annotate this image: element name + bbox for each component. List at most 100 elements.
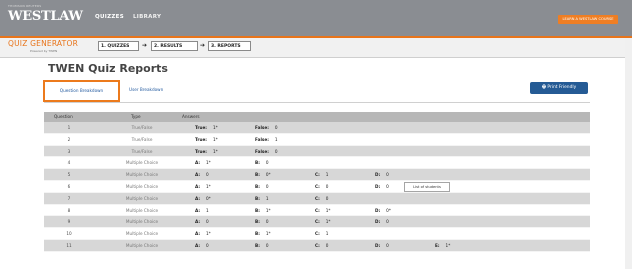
step-quizzes[interactable]: 1. QUIZZES (98, 41, 139, 51)
answer-count[interactable]: D: 0 (375, 172, 389, 177)
question-number: 10 (66, 231, 72, 237)
answer-label: C: (315, 231, 320, 237)
answer-count[interactable]: A: 0* (195, 196, 211, 201)
answer-value: 1* (206, 160, 211, 166)
question-number: 2 (67, 136, 71, 142)
brand-logo[interactable]: WESTLAW (8, 9, 83, 24)
answer-count[interactable]: A: 0 (195, 243, 209, 248)
question-type: Multiple Choice (125, 242, 159, 248)
answer-count[interactable]: False: 1 (255, 137, 278, 142)
answer-count[interactable]: A: 1* (195, 231, 211, 236)
header-question: Question (54, 114, 73, 119)
answer-count[interactable]: B: 1* (255, 231, 271, 236)
table-row: 7 Multiple Choice A: 0* B: 1 C: 0 (44, 192, 590, 205)
question-number: 3 (67, 148, 71, 154)
answer-value: 1* (212, 148, 218, 154)
answer-count[interactable]: C: 0 (315, 196, 328, 201)
question-type: True/False (131, 125, 153, 130)
answer-count[interactable]: B: 0* (255, 172, 271, 177)
answer-value: 0 (274, 148, 278, 154)
question-number: 9 (67, 219, 71, 225)
answer-count[interactable]: D: 0 (375, 243, 389, 248)
step-reports[interactable]: 3. REPORTS (208, 41, 251, 51)
answer-count[interactable]: C: 1 (315, 231, 328, 236)
answer-value: 1 (325, 231, 329, 237)
reports-table: Question Type Answers 1 True/False True: 1*… (44, 112, 590, 252)
answer-count[interactable]: True: 1* (195, 149, 218, 154)
answer-label: True: (195, 148, 207, 154)
tab-user-breakdown[interactable]: User Breakdown (129, 87, 163, 92)
answer-value: 0 (206, 172, 209, 178)
answer-value: 0 (265, 242, 269, 248)
answer-label: A: (195, 172, 200, 178)
answer-count[interactable]: C: 1* (315, 219, 331, 224)
answer-count[interactable]: B: 0 (255, 219, 269, 224)
question-type: Multiple Choice (125, 219, 159, 225)
answer-value: 0 (386, 172, 389, 178)
table-row: 11 Multiple Choice A: 0 B: 0 C: 0 D: 0 E: 1* (44, 239, 590, 252)
answer-count[interactable]: C: 1 (315, 172, 328, 177)
answer-count[interactable]: C: 0 (315, 184, 328, 189)
answer-label: A: (195, 219, 200, 225)
answer-value: 0 (325, 195, 329, 201)
answer-count[interactable]: D: 0 (375, 219, 389, 224)
question-type: Multiple Choice (125, 183, 159, 189)
answer-count[interactable]: False: 0 (255, 149, 278, 154)
answer-count[interactable]: C: 0 (315, 243, 328, 248)
answer-value: 0 (206, 219, 209, 225)
table-row: 2 True/False True: 1* False: 1 (44, 133, 590, 146)
answer-label: C: (315, 207, 320, 213)
quiz-generator-title: QUIZ GENERATOR (8, 39, 78, 48)
answer-label: B: (255, 219, 260, 225)
answer-value: 0* (265, 172, 271, 178)
nav-quizzes[interactable]: QUIZZES (95, 14, 124, 20)
student-list-tooltip[interactable]: List of students (404, 181, 450, 192)
answer-value: 0* (206, 195, 211, 201)
answer-value: 0* (386, 207, 391, 213)
answer-value: 1* (265, 207, 271, 213)
answer-label: A: (195, 231, 200, 237)
answer-value: 1* (212, 136, 218, 142)
table-row: 5 Multiple Choice A: 0 B: 0* C: 1 D: 0 (44, 169, 590, 181)
answer-count[interactable]: C: 1* (315, 208, 331, 213)
nav-library[interactable]: LIBRARY (133, 14, 161, 20)
answer-count[interactable]: A: 0 (195, 172, 209, 177)
answer-label: A: (195, 242, 200, 248)
answer-value: 1 (325, 172, 329, 178)
answer-count[interactable]: B: 0 (255, 160, 269, 165)
answer-count[interactable]: E: 1* (435, 243, 450, 248)
question-number: 4 (67, 160, 71, 166)
answer-count[interactable]: D: 0 (375, 184, 389, 189)
question-number: 5 (67, 172, 71, 178)
answer-count[interactable]: B: 0 (255, 184, 269, 189)
sub-header: QUIZ GENERATOR Powered by TWEN 1. QUIZZE… (0, 38, 632, 58)
question-number: 1 (67, 125, 71, 130)
answer-label: D: (375, 242, 381, 248)
answer-count[interactable]: B: 1* (255, 208, 271, 213)
scrollbar[interactable] (625, 38, 632, 269)
answer-value: 1* (325, 207, 331, 213)
answer-count[interactable]: D: 0* (375, 208, 391, 213)
answer-count[interactable]: True: 1* (195, 125, 218, 130)
answer-count[interactable]: False: 0 (255, 125, 278, 130)
answer-count[interactable]: A: 1 (195, 208, 209, 213)
question-number: 8 (67, 207, 71, 213)
step-results[interactable]: 2. RESULTS (151, 41, 198, 51)
answer-value: 0 (265, 160, 269, 166)
answer-label: C: (315, 219, 320, 225)
question-type: Multiple Choice (125, 160, 159, 166)
question-type: True/False (131, 136, 153, 142)
tab-question-breakdown[interactable]: Question Breakdown (43, 80, 120, 102)
question-type: Multiple Choice (125, 207, 159, 213)
answer-count[interactable]: A: 1* (195, 184, 211, 189)
answer-count[interactable]: A: 0 (195, 219, 209, 224)
print-friendly-button[interactable]: 🖶 Print Friendly (530, 82, 588, 94)
top-bar: THOMSON REUTERS WESTLAW QUIZZES LIBRARY … (0, 0, 632, 38)
answer-count[interactable]: B: 1 (255, 196, 269, 201)
course-button[interactable]: LEARN A WESTLAW COURSE (558, 15, 618, 24)
answer-count[interactable]: A: 1* (195, 160, 211, 165)
answer-count[interactable]: True: 1* (195, 137, 218, 142)
answer-label: D: (375, 207, 381, 213)
answer-label: False: (255, 136, 269, 142)
answer-count[interactable]: B: 0 (255, 243, 269, 248)
